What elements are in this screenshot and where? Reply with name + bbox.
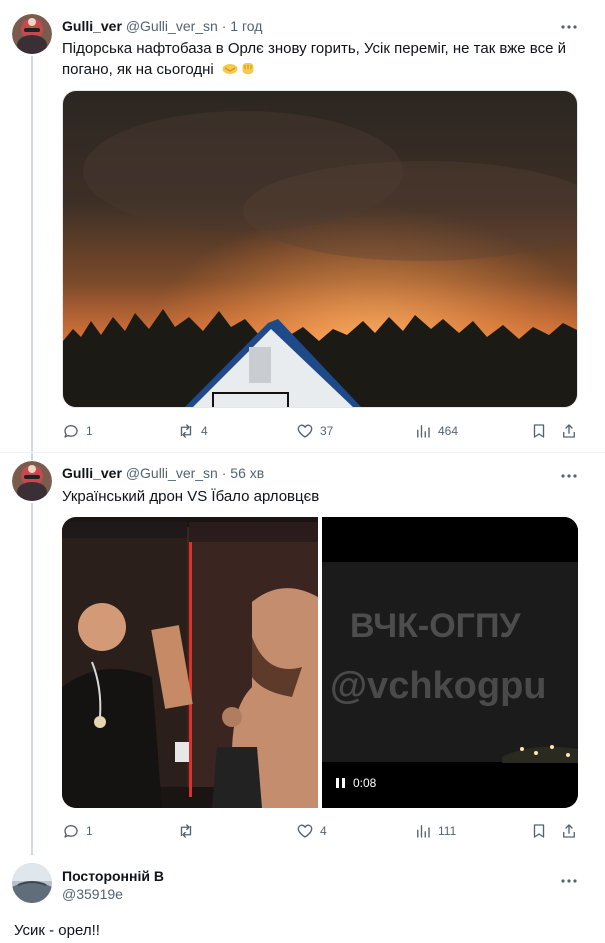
- author-name[interactable]: Gulli_ver: [62, 18, 122, 34]
- tweet-header: Gulli_ver @Gulli_ver_sn · 56 хв: [62, 464, 264, 482]
- views-chart-icon: [417, 425, 430, 438]
- tweet-image-fire[interactable]: [62, 90, 578, 408]
- like-button[interactable]: 4: [296, 822, 327, 840]
- tweet-text: Підорська нафтобаза в Орлє знову горить,…: [62, 38, 582, 80]
- avatar[interactable]: [12, 863, 52, 903]
- views-count: 111: [438, 824, 457, 838]
- avatar-image: [12, 461, 52, 501]
- pause-icon[interactable]: [336, 778, 345, 788]
- author-name[interactable]: Gulli_ver: [62, 465, 122, 481]
- more-options-icon[interactable]: [561, 20, 577, 30]
- share-icon: [563, 424, 575, 438]
- video-frame: [322, 517, 578, 808]
- tweet-image-boxer[interactable]: [62, 517, 318, 808]
- tweet-text-content: Підорська нафтобаза в Орлє знову горить,…: [62, 40, 566, 78]
- thread-line: [31, 56, 33, 460]
- reply-header: Посторонній В @35919e: [62, 867, 164, 903]
- author-handle[interactable]: @Gulli_ver_sn: [126, 18, 218, 34]
- video-time: 0:08: [353, 776, 377, 790]
- reply-button[interactable]: 1: [62, 822, 93, 840]
- reply-text: Усик - орел!!: [14, 922, 100, 939]
- tweet-media-grid: ВЧК-ОГПУ @vchkogpu 0:08: [62, 517, 578, 808]
- boxer-photo: [62, 517, 318, 808]
- video-watermark-line1: ВЧК-ОГПУ: [350, 607, 521, 645]
- share-icon: [563, 824, 575, 838]
- tweet-text-content: Український дрон VS Їбало арловцєв: [62, 488, 320, 505]
- retweet-count: 4: [201, 424, 208, 438]
- tweet-divider: [0, 452, 605, 453]
- reply-count: 1: [86, 824, 93, 838]
- separator-dot: ·: [221, 18, 227, 34]
- timestamp[interactable]: 56 хв: [230, 465, 264, 481]
- heart-icon: [297, 424, 313, 438]
- bookmark-icon: [533, 824, 545, 838]
- bookmark-button[interactable]: [530, 822, 548, 840]
- views-button[interactable]: 464: [414, 422, 458, 440]
- retweet-icon: [180, 424, 192, 438]
- views-chart-icon: [417, 825, 430, 838]
- views-count: 464: [438, 424, 459, 438]
- avatar-image: [12, 863, 52, 903]
- thread-line: [31, 503, 33, 855]
- handshake-emoji-icon: [222, 64, 238, 74]
- retweet-button[interactable]: 4: [177, 422, 208, 440]
- tweet-header: Gulli_ver @Gulli_ver_sn · 1 год: [62, 17, 262, 35]
- reply-button[interactable]: 1: [62, 422, 93, 440]
- separator-dot: ·: [221, 465, 227, 481]
- fire-photo: [63, 91, 577, 407]
- reply-icon: [64, 825, 78, 838]
- like-count: 4: [320, 824, 327, 838]
- video-controls: 0:08: [336, 776, 376, 790]
- bookmark-button[interactable]: [530, 422, 548, 440]
- retweet-icon: [180, 824, 192, 838]
- retweet-button[interactable]: [177, 822, 201, 840]
- share-button[interactable]: [560, 822, 578, 840]
- tweet-text: Український дрон VS Їбало арловцєв: [62, 486, 582, 507]
- like-button[interactable]: 37: [296, 422, 333, 440]
- tweet-video[interactable]: ВЧК-ОГПУ @vchkogpu 0:08: [322, 517, 578, 808]
- tweet-actions: 1 4 37 464: [62, 422, 580, 442]
- avatar[interactable]: [12, 14, 52, 54]
- like-count: 37: [320, 424, 334, 438]
- author-handle[interactable]: @Gulli_ver_sn: [126, 465, 218, 481]
- reply-count: 1: [86, 424, 93, 438]
- reply-icon: [64, 425, 78, 438]
- author-handle[interactable]: @35919e: [62, 885, 164, 903]
- avatar-image: [12, 14, 52, 54]
- fist-emoji-icon: [242, 63, 254, 74]
- author-name[interactable]: Посторонній В: [62, 867, 164, 885]
- video-watermark-line2: @vchkogpu: [330, 665, 547, 707]
- more-options-icon[interactable]: [561, 874, 577, 884]
- more-options-icon[interactable]: [561, 469, 577, 479]
- timestamp[interactable]: 1 год: [230, 18, 262, 34]
- bookmark-icon: [533, 424, 545, 438]
- tweet-actions: 1 4 111: [62, 822, 580, 842]
- heart-icon: [297, 824, 313, 838]
- views-button[interactable]: 111: [414, 822, 456, 840]
- avatar[interactable]: [12, 461, 52, 501]
- share-button[interactable]: [560, 422, 578, 440]
